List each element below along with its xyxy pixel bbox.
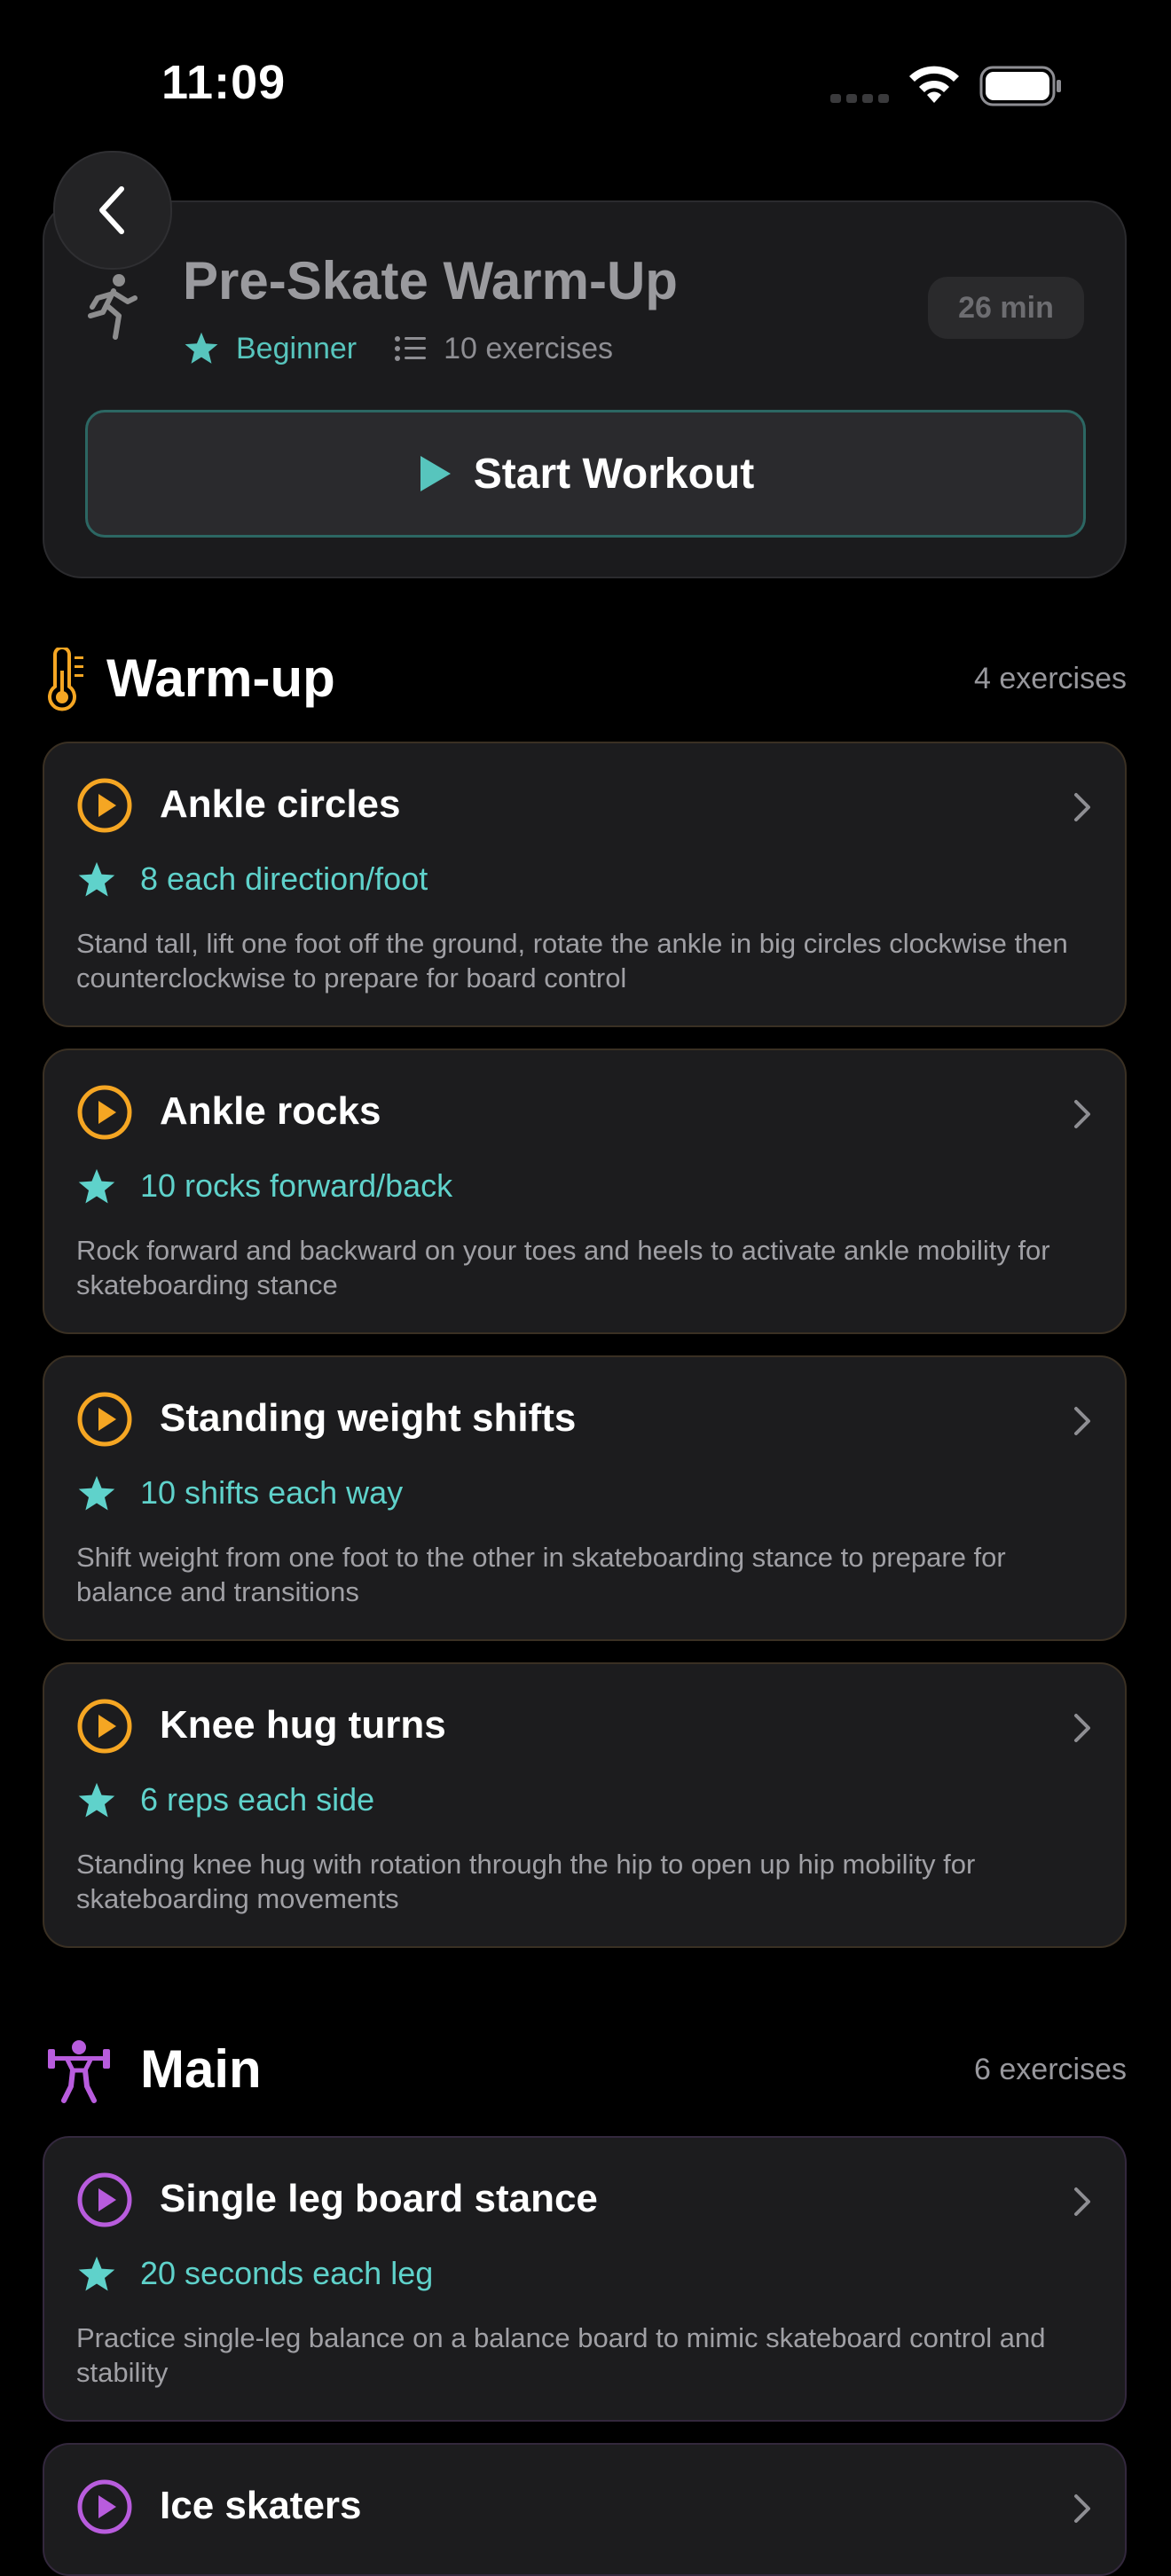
play-circle-icon: [77, 1085, 132, 1140]
exercise-title: Ice skaters: [160, 2484, 362, 2527]
play-icon: [420, 456, 451, 491]
battery-icon: [979, 66, 1061, 106]
star-icon: [78, 861, 115, 897]
exercise-description: Standing knee hug with rotation through …: [76, 1849, 976, 1914]
duration-badge: 26 min: [928, 277, 1084, 339]
warmup-section-header: Warm-up 4 exercises: [43, 635, 1127, 724]
start-workout-label: Start Workout: [473, 450, 755, 498]
chevron-right-icon: [1074, 1407, 1090, 1435]
exercise-card[interactable]: Ankle circles 8 each direction/foot Stan…: [43, 742, 1127, 1027]
exercise-card[interactable]: Single leg board stance 20 seconds each …: [43, 2136, 1127, 2422]
status-bar: 11:09: [0, 0, 1171, 160]
start-workout-button[interactable]: Start Workout: [85, 410, 1086, 538]
exercise-description: Shift weight from one foot to the other …: [76, 1542, 1006, 1607]
main-section-title: Main: [140, 2039, 262, 2099]
warmup-section-count: 4 exercises: [974, 662, 1127, 695]
exercise-title: Ankle circles: [160, 782, 401, 826]
star-icon: [78, 2256, 115, 2291]
exercise-title: Standing weight shifts: [160, 1396, 577, 1440]
play-circle-icon: [77, 2172, 132, 2227]
exercise-count: 10 exercises: [444, 331, 613, 365]
exercise-title: Single leg board stance: [160, 2177, 598, 2220]
wifi-icon: [909, 66, 959, 103]
exercise-description: Stand tall, lift one foot off the ground…: [76, 928, 1068, 993]
cellular-signal-icon: [830, 94, 889, 103]
main-section-header: Main 6 exercises: [43, 2026, 1127, 2115]
star-icon: [78, 1782, 115, 1818]
exercise-reps: 10 rocks forward/back: [140, 1167, 453, 1204]
star-icon: [185, 332, 218, 364]
exercise-title: Ankle rocks: [160, 1089, 381, 1133]
workout-meta: Beginner 10 exercises: [183, 326, 613, 371]
status-time: 11:09: [161, 56, 287, 109]
difficulty-level: Beginner: [236, 331, 358, 365]
back-button[interactable]: [53, 151, 172, 270]
running-figure-icon: [88, 274, 138, 340]
weightlifter-icon: [48, 2040, 110, 2103]
play-circle-icon: [77, 1699, 132, 1754]
exercise-card[interactable]: Knee hug turns 6 reps each side Standing…: [43, 1662, 1127, 1948]
chevron-right-icon: [1074, 2494, 1090, 2523]
play-circle-icon: [77, 2479, 132, 2534]
exercise-reps: 20 seconds each leg: [140, 2255, 434, 2291]
chevron-right-icon: [1074, 2187, 1090, 2216]
star-icon: [78, 1475, 115, 1511]
workout-summary-card: Pre-Skate Warm-Up Beginner 10 exercises …: [43, 200, 1127, 578]
play-circle-icon: [77, 778, 132, 833]
exercise-card[interactable]: Ankle rocks 10 rocks forward/back Rock f…: [43, 1048, 1127, 1334]
star-icon: [78, 1168, 115, 1204]
workout-title: Pre-Skate Warm-Up: [183, 251, 678, 310]
warmup-section-title: Warm-up: [106, 648, 335, 708]
exercise-description: Practice single-leg balance on a balance…: [76, 2322, 1046, 2388]
exercise-description: Rock forward and backward on your toes a…: [76, 1235, 1050, 1300]
exercise-title: Knee hug turns: [160, 1703, 446, 1747]
exercise-reps: 6 reps each side: [140, 1781, 375, 1818]
chevron-right-icon: [1074, 1100, 1090, 1128]
main-section-count: 6 exercises: [974, 2053, 1127, 2086]
chevron-right-icon: [1074, 793, 1090, 821]
list-icon: [395, 336, 427, 361]
chevron-right-icon: [1074, 1714, 1090, 1742]
chevron-left-icon: [99, 186, 124, 234]
exercise-card[interactable]: Standing weight shifts 10 shifts each wa…: [43, 1355, 1127, 1641]
exercise-card[interactable]: Ice skaters: [43, 2443, 1127, 2576]
play-circle-icon: [77, 1392, 132, 1447]
exercise-reps: 8 each direction/foot: [140, 860, 428, 897]
exercise-reps: 10 shifts each way: [140, 1474, 404, 1511]
thermometer-icon: [48, 648, 83, 711]
